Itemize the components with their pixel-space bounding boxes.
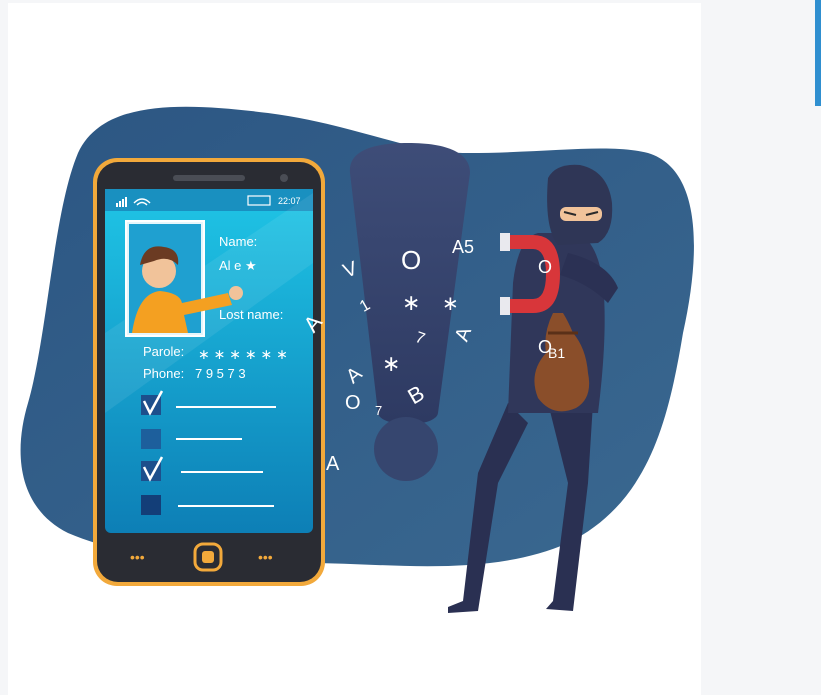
floating-char: ∗ (382, 351, 400, 376)
parole-label: Parole: (143, 344, 184, 359)
parole-value: ∗ ∗ ∗ ∗ ∗ ∗ (198, 346, 288, 362)
floating-char: O (401, 245, 421, 275)
phone-value: 7 9 5 7 3 (195, 366, 246, 381)
hacker-illustration: 22:07 Name: Al e ★ Lost name: Parole: ∗ … (20, 106, 694, 613)
floating-char: 7 (375, 403, 382, 418)
floating-char: A (326, 453, 340, 475)
floating-char: B1 (548, 345, 565, 361)
floating-char: ∗ (402, 290, 420, 315)
floating-char: A5 (452, 237, 474, 257)
checkbox-unchecked (141, 495, 161, 515)
floating-char: O (345, 392, 361, 414)
phone-label: Phone: (143, 366, 184, 381)
side-accent-bar (815, 0, 821, 106)
camera-icon (280, 174, 288, 182)
nav-dots-right: ••• (258, 549, 273, 565)
name-label: Name: (219, 234, 257, 249)
floating-char: O (538, 257, 552, 277)
lastname-label: Lost name: (219, 307, 283, 322)
speaker-icon (173, 175, 245, 181)
checkbox-unchecked (141, 429, 161, 449)
illustration-canvas: 22:07 Name: Al e ★ Lost name: Parole: ∗ … (8, 3, 701, 695)
floating-char: ∗ (442, 293, 459, 315)
smartphone: 22:07 Name: Al e ★ Lost name: Parole: ∗ … (93, 158, 325, 586)
nav-dots-left: ••• (130, 549, 145, 565)
name-value: Al e ★ (219, 258, 257, 273)
